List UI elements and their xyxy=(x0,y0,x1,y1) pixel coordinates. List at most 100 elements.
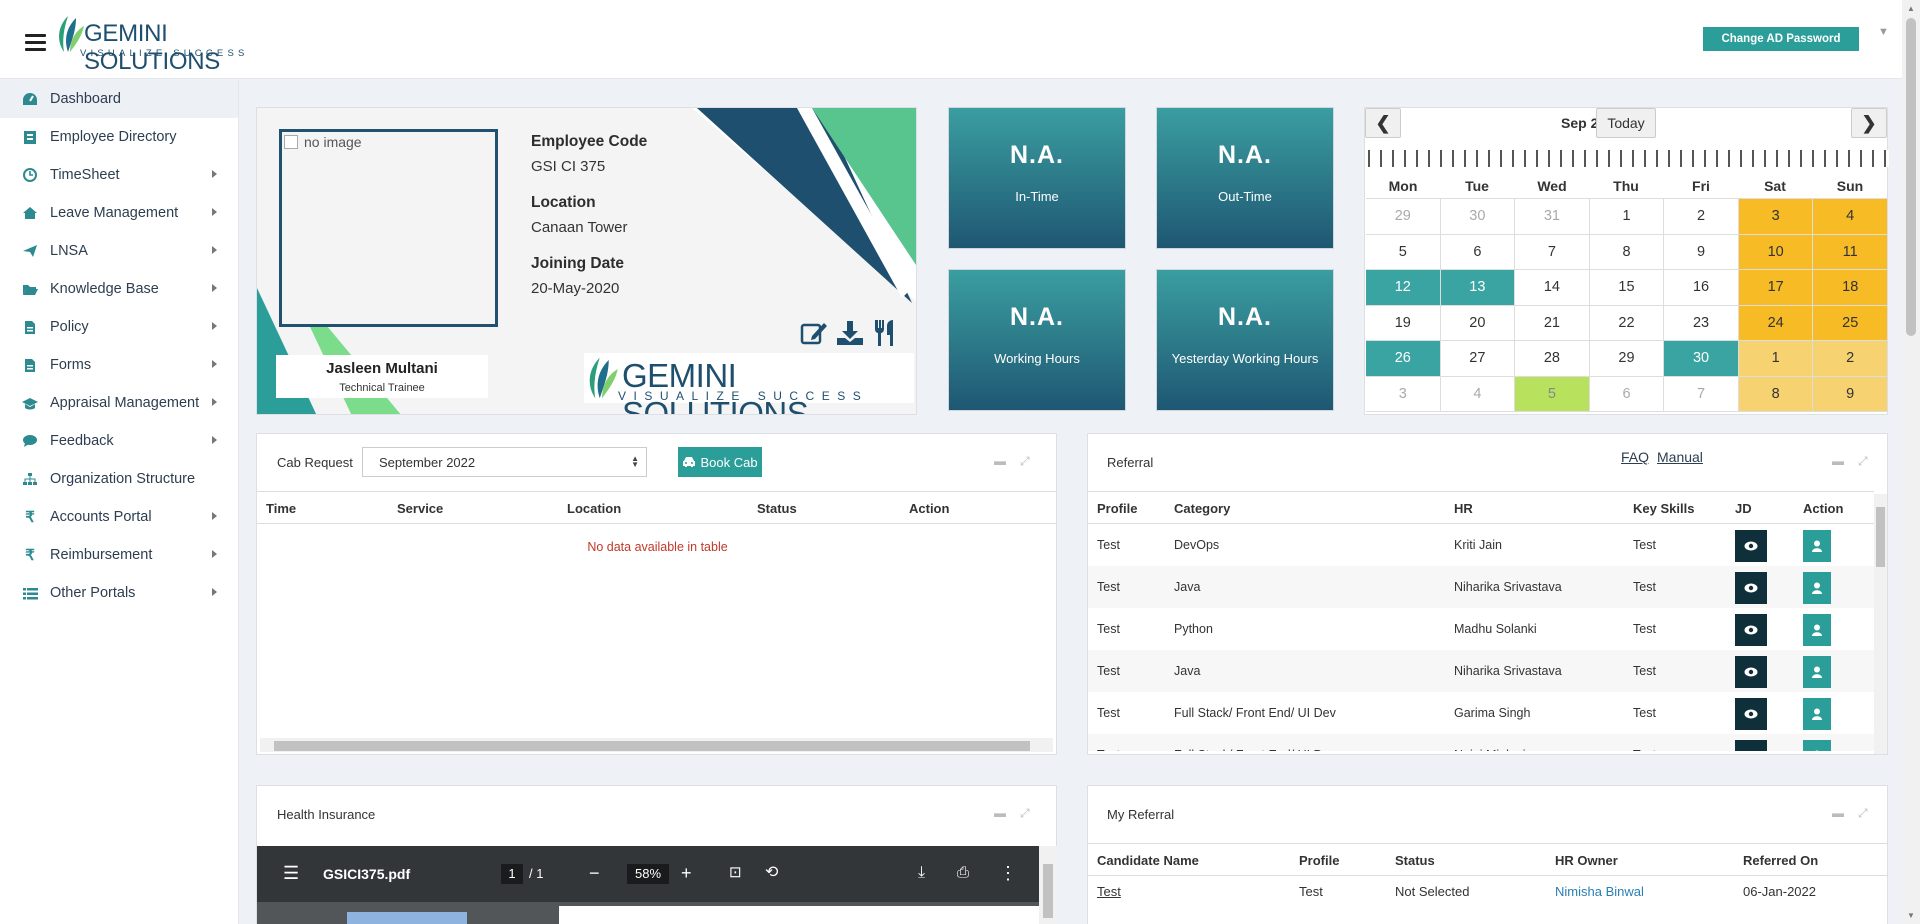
sidebar-item-accounts-portal[interactable]: ₹ Accounts Portal xyxy=(0,498,238,536)
print-icon[interactable]: ⎙ xyxy=(957,863,969,883)
refer-user-icon[interactable] xyxy=(1803,698,1831,730)
minimize-icon[interactable]: ▬ xyxy=(1832,454,1844,469)
calendar-day[interactable]: 16 xyxy=(1664,270,1739,306)
minimize-icon[interactable]: ▬ xyxy=(1832,806,1844,821)
column-header[interactable]: Time xyxy=(266,501,296,516)
expand-icon[interactable]: ⤢ xyxy=(1858,806,1868,821)
calendar-day[interactable]: 2 xyxy=(1813,341,1888,377)
calendar-day[interactable]: 8 xyxy=(1589,234,1665,270)
calendar-day[interactable]: 27 xyxy=(1440,341,1516,377)
sidebar-item-dashboard[interactable]: Dashboard xyxy=(0,80,238,118)
pdf-thumbnail[interactable] xyxy=(347,912,467,924)
user-menu-caret-icon[interactable]: ▼ xyxy=(1878,26,1889,38)
column-header[interactable]: Profile xyxy=(1299,853,1339,868)
view-jd-icon[interactable] xyxy=(1735,656,1767,688)
column-header[interactable]: Referred On xyxy=(1743,853,1818,868)
menu-toggle-icon[interactable] xyxy=(25,34,46,51)
sidebar-item-appraisal-management[interactable]: Appraisal Management xyxy=(0,384,238,422)
column-header[interactable]: Category xyxy=(1174,501,1230,516)
pdf-menu-icon[interactable]: ☰ xyxy=(283,863,299,883)
sidebar-item-lnsa[interactable]: LNSA xyxy=(0,232,238,270)
fit-page-icon[interactable]: ⊡ xyxy=(729,863,742,883)
calendar-day[interactable]: 30 xyxy=(1664,341,1739,377)
view-jd-icon[interactable] xyxy=(1735,614,1767,646)
refer-user-icon[interactable] xyxy=(1803,614,1831,646)
change-password-button[interactable]: Change AD Password xyxy=(1703,27,1859,51)
column-header[interactable]: HR xyxy=(1454,501,1473,516)
calendar-day[interactable]: 11 xyxy=(1813,234,1888,270)
minimize-icon[interactable]: ▬ xyxy=(994,454,1006,469)
vertical-scrollbar[interactable] xyxy=(1874,494,1887,754)
calendar-day[interactable]: 17 xyxy=(1738,270,1814,306)
calendar-day[interactable]: 6 xyxy=(1440,234,1516,270)
candidate-name-link[interactable]: Test xyxy=(1097,884,1121,899)
view-jd-icon[interactable] xyxy=(1735,572,1767,604)
month-select[interactable]: September 2022 ▲ ▼ xyxy=(362,447,647,477)
column-header[interactable]: Action xyxy=(909,501,949,516)
sidebar-item-other-portals[interactable]: Other Portals xyxy=(0,574,238,612)
calendar-day[interactable]: 4 xyxy=(1440,376,1516,412)
calendar-day[interactable]: 5 xyxy=(1515,376,1590,412)
calendar-day[interactable]: 26 xyxy=(1366,341,1441,377)
calendar-day[interactable]: 8 xyxy=(1738,376,1814,412)
calendar-day[interactable]: 5 xyxy=(1366,234,1441,270)
calendar-day[interactable]: 3 xyxy=(1738,199,1814,235)
edit-icon[interactable] xyxy=(799,318,829,348)
sidebar-item-knowledge-base[interactable]: Knowledge Base xyxy=(0,270,238,308)
column-header[interactable]: Status xyxy=(1395,853,1435,868)
calendar-day[interactable]: 22 xyxy=(1589,305,1665,341)
scroll-down-icon[interactable]: ▼ xyxy=(1907,911,1915,920)
calendar-day[interactable]: 31 xyxy=(1515,199,1590,235)
sidebar-item-timesheet[interactable]: TimeSheet xyxy=(0,156,238,194)
calendar-day[interactable]: 30 xyxy=(1440,199,1516,235)
calendar-day[interactable]: 6 xyxy=(1589,376,1665,412)
refer-user-icon[interactable] xyxy=(1803,572,1831,604)
sidebar-item-forms[interactable]: Forms xyxy=(0,346,238,384)
more-options-icon[interactable]: ⋮ xyxy=(999,863,1017,883)
calendar-day[interactable]: 9 xyxy=(1813,376,1888,412)
column-header[interactable]: HR Owner xyxy=(1555,853,1618,868)
calendar-day[interactable]: 29 xyxy=(1589,341,1665,377)
scrollbar-thumb[interactable] xyxy=(274,741,1030,751)
refer-user-icon[interactable] xyxy=(1803,656,1831,688)
calendar-day[interactable]: 3 xyxy=(1366,376,1441,412)
pdf-page-input[interactable]: 1 xyxy=(501,864,523,884)
view-jd-icon[interactable] xyxy=(1735,530,1767,562)
column-header[interactable]: Status xyxy=(757,501,797,516)
column-header[interactable]: Location xyxy=(567,501,621,516)
column-header[interactable]: Action xyxy=(1803,501,1843,516)
calendar-day[interactable]: 1 xyxy=(1738,341,1814,377)
expand-icon[interactable]: ⤢ xyxy=(1020,806,1030,821)
scrollbar-thumb[interactable] xyxy=(1043,864,1053,918)
calendar-day[interactable]: 19 xyxy=(1366,305,1441,341)
column-header[interactable]: Profile xyxy=(1097,501,1137,516)
faq-link[interactable]: FAQ xyxy=(1621,449,1649,465)
sidebar-item-policy[interactable]: Policy xyxy=(0,308,238,346)
manual-link[interactable]: Manual xyxy=(1657,449,1703,465)
zoom-in-icon[interactable]: + xyxy=(681,863,692,883)
calendar-day[interactable]: 9 xyxy=(1664,234,1739,270)
calendar-day[interactable]: 20 xyxy=(1440,305,1516,341)
calendar-day[interactable]: 18 xyxy=(1813,270,1888,306)
calendar-day[interactable]: 25 xyxy=(1813,305,1888,341)
scroll-up-icon[interactable]: ▲ xyxy=(1907,4,1915,13)
minimize-icon[interactable]: ▬ xyxy=(994,806,1006,821)
pdf-download-icon[interactable]: ⤓ xyxy=(918,863,925,883)
scrollbar-thumb[interactable] xyxy=(1906,18,1916,336)
horizontal-scrollbar[interactable] xyxy=(260,738,1053,752)
calendar-day[interactable]: 10 xyxy=(1738,234,1814,270)
calendar-next-button[interactable]: ❯ xyxy=(1851,108,1887,138)
calendar-day[interactable]: 7 xyxy=(1515,234,1590,270)
view-jd-icon[interactable] xyxy=(1735,740,1767,751)
book-cab-button[interactable]: Book Cab xyxy=(678,447,762,477)
pdf-scrollbar[interactable] xyxy=(1039,846,1057,924)
calendar-day[interactable]: 21 xyxy=(1515,305,1590,341)
calendar-day[interactable]: 1 xyxy=(1589,199,1665,235)
calendar-day[interactable]: 14 xyxy=(1515,270,1590,306)
hr-owner-link[interactable]: Nimisha Binwal xyxy=(1555,884,1644,899)
refer-user-icon[interactable] xyxy=(1803,530,1831,562)
sidebar-item-reimbursement[interactable]: ₹ Reimbursement xyxy=(0,536,238,574)
calendar-day[interactable]: 7 xyxy=(1664,376,1739,412)
calendar-day[interactable]: 12 xyxy=(1366,270,1441,306)
zoom-out-icon[interactable]: − xyxy=(589,863,600,883)
